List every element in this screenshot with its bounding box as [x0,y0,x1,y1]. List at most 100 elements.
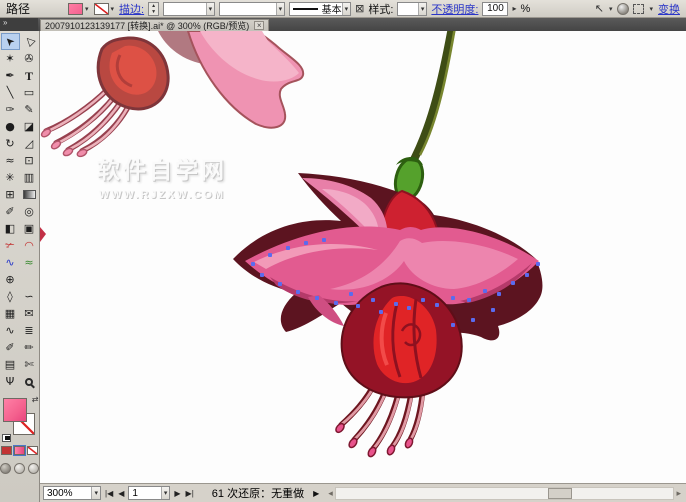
anchor-point[interactable] [278,282,282,286]
anchor-point[interactable] [491,308,495,312]
measure-tool[interactable]: ✐ [1,339,20,356]
flag-warp-tool[interactable]: ∽ [20,288,39,305]
opacity-link[interactable]: 不透明度: [431,1,478,17]
zigzag-tool[interactable]: ∿ [1,254,20,271]
chevron-down-icon[interactable]: ▾ [648,5,654,13]
document-tab[interactable]: 2007910123139177 [转换].ai* @ 300% (RGB/预览… [40,19,269,31]
recolor-artwork-icon[interactable] [617,3,629,15]
anchor-point[interactable] [296,290,300,294]
anchor-point[interactable] [421,298,425,302]
scrollbar-track[interactable] [335,487,675,500]
opacity-stepper-icon[interactable]: ▸ [512,4,516,13]
chevron-down-icon[interactable]: ▾ [91,487,100,499]
pen-tool[interactable]: ✒ [1,67,20,84]
lasso-tool[interactable]: ✇ [20,50,39,67]
slice-tool[interactable]: ▤ [1,356,20,373]
live-paint-bucket-tool[interactable]: ◧ [1,220,20,237]
free-transform-tool[interactable]: ⊡ [20,152,39,169]
anchor-point[interactable] [525,273,529,277]
notes-tool[interactable]: ✏ [20,339,39,356]
anchor-point[interactable] [511,281,515,285]
hand-tool[interactable]: Ψ [1,373,20,390]
chevron-down-icon[interactable]: ▾ [84,5,90,13]
fill-color-swatch[interactable]: ▾ [68,3,90,15]
direct-selection-tool[interactable]: ▷ [20,33,39,50]
pencil-tool[interactable]: ✎ [20,101,39,118]
chevron-down-icon[interactable]: ▾ [276,3,285,15]
line-segment-tool[interactable]: ╲ [1,84,20,101]
anchor-point[interactable] [451,296,455,300]
paintbrush-tool[interactable]: ✑ [1,101,20,118]
align-icon[interactable] [633,4,644,14]
width-profile-combo[interactable]: ▾ [219,2,285,16]
anchor-point[interactable] [435,303,439,307]
anchor-point[interactable] [407,306,411,310]
close-icon[interactable]: × [254,21,264,30]
warp-tool[interactable]: ≈ [1,152,20,169]
column-graph-tool[interactable]: ▥ [20,169,39,186]
chevron-down-icon[interactable]: ▾ [110,5,116,13]
anchor-point[interactable] [467,298,471,302]
mesh-tool[interactable]: ⊞ [1,186,20,203]
stroke-width-combo[interactable]: ▾ [163,2,215,16]
blend-tool[interactable]: ◎ [20,203,39,220]
chevron-down-icon[interactable]: ▾ [342,3,351,15]
anchor-point[interactable] [260,273,264,277]
eraser-tool[interactable]: ◪ [20,118,39,135]
status-flyout-icon[interactable]: ▶ [313,489,319,498]
scribble-tool[interactable]: ∿ [1,322,20,339]
dock-collapse-icon[interactable]: » [0,18,38,31]
anchor-point[interactable] [356,304,360,308]
anchor-point[interactable] [451,323,455,327]
type-tool[interactable]: T [20,67,39,84]
knife-tool[interactable]: ✃ [1,237,20,254]
gradient-mode-button[interactable] [14,446,25,455]
horizontal-scrollbar[interactable]: ◂ ▸ [326,486,683,501]
stroke-width-stepper[interactable]: ▲▼ [148,2,159,16]
fullscreen-menu-mode-button[interactable] [14,463,25,474]
canvas[interactable]: 软件自学网 WWW.RJZXW.COM [40,31,686,502]
rectangular-grid-tool[interactable]: ▦ [1,305,20,322]
anchor-point[interactable] [251,262,255,266]
brush-definition-combo[interactable]: 基本▾ [289,2,351,16]
polar-grid-tool[interactable]: ⊕ [1,271,20,288]
envelope-tool[interactable]: ◊ [1,288,20,305]
chevron-down-icon[interactable]: ▾ [161,487,170,499]
last-page-button[interactable]: ▶| [185,489,195,498]
eyedropper-tool[interactable]: ✐ [1,203,20,220]
rotate-tool[interactable]: ↻ [1,135,20,152]
chevron-down-icon[interactable]: ▾ [206,3,215,15]
normal-screen-mode-button[interactable] [0,463,11,474]
anchor-point[interactable] [268,253,272,257]
anchor-point[interactable] [304,241,308,245]
anchor-point[interactable] [322,238,326,242]
chevron-down-icon[interactable]: ▾ [608,5,614,13]
transform-link[interactable]: 变换 [658,1,680,17]
symbol-sprayer-tool[interactable]: ✳ [1,169,20,186]
anchor-point[interactable] [286,246,290,250]
page-combo[interactable]: 1▾ [128,486,170,500]
symbol-options-icon[interactable]: ⊠ [355,2,364,15]
style-combo[interactable]: ▾ [397,2,427,16]
zoom-combo[interactable]: 300%▾ [43,486,101,500]
opacity-input[interactable]: 100 [482,2,508,16]
scrollbar-thumb[interactable] [548,488,572,499]
chevron-down-icon[interactable]: ▾ [418,3,427,15]
fill-indicator[interactable] [3,398,27,422]
default-fill-stroke-icon[interactable] [2,434,11,442]
scissors-tool[interactable]: ✄ [20,356,39,373]
scale-tool[interactable]: ◿ [20,135,39,152]
anchor-point[interactable] [349,292,353,296]
first-page-button[interactable]: |◀ [104,489,114,498]
anchor-point[interactable] [471,318,475,322]
none-mode-button[interactable] [27,446,38,455]
color-mode-button[interactable] [1,446,12,455]
stroke-link[interactable]: 描边: [119,1,144,17]
gradient-tool[interactable] [20,186,39,203]
anchor-point[interactable] [315,296,319,300]
attributes-tool[interactable]: ≣ [20,322,39,339]
page-tool[interactable]: ✉ [20,305,39,322]
rectangle-tool[interactable]: ▭ [20,84,39,101]
anchor-point[interactable] [536,262,540,266]
anchor-point[interactable] [371,298,375,302]
